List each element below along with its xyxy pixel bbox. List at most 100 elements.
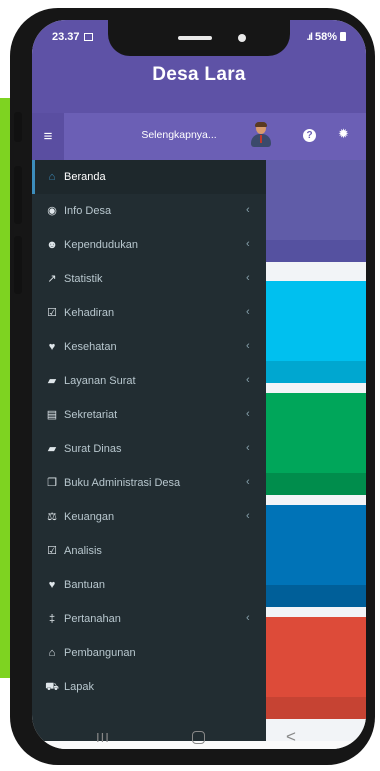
sidebar-item-statistik[interactable]: ↗ Statistik ‹ [32, 262, 266, 296]
gallery-notification-icon [83, 33, 93, 41]
chevron-left-icon: ‹ [246, 374, 250, 386]
sidebar-item-kehadiran[interactable]: ☑ Kehadiran ‹ [32, 296, 266, 330]
card-purple[interactable] [266, 160, 366, 262]
chevron-left-icon: ‹ [246, 612, 250, 624]
chevron-left-icon: ‹ [246, 306, 250, 318]
chevron-left-icon: ‹ [246, 476, 250, 488]
sidebar-item-kependudukan[interactable]: ☻ Kependudukan ‹ [32, 228, 266, 262]
sidebar-item-label: Pembangunan [64, 647, 136, 659]
card-purple-footer[interactable] [266, 240, 366, 262]
calendar-check-icon: ☑ [47, 307, 57, 319]
copy-icon: ❐ [47, 477, 57, 489]
battery-percent: 58% [314, 31, 337, 43]
camera-icon [238, 34, 246, 42]
sidebar-item-label: Statistik [64, 273, 103, 285]
battery-icon [340, 32, 346, 41]
status-bar: 23.37 .ıl 58% [32, 20, 366, 56]
app-title: Desa Lara [152, 64, 246, 85]
sidebar-item-pembangunan[interactable]: ⌂ Pembangunan [32, 636, 266, 670]
sidebar-item-lapak[interactable]: ⛟ Lapak [32, 670, 266, 704]
book-icon: ▰ [47, 375, 57, 387]
speaker-icon [178, 36, 212, 40]
heartbeat-icon: ♥ [48, 341, 56, 353]
chevron-left-icon: ‹ [246, 442, 250, 454]
menu-toggle-button[interactable]: ≡ [32, 113, 64, 160]
chevron-left-icon: ‹ [246, 340, 250, 352]
home-button[interactable] [192, 731, 205, 744]
status-indicators: .ıl 58% [307, 31, 346, 43]
sidebar-item-buku-administrasi-desa[interactable]: ❐ Buku Administrasi Desa ‹ [32, 466, 266, 500]
sidebar-item-beranda[interactable]: ⌂ Beranda [32, 160, 266, 194]
dashboard-icon: ◉ [47, 205, 57, 217]
system-navigation-bar: III < [32, 714, 366, 749]
sidebar-item-label: Layanan Surat [64, 375, 136, 387]
card-aqua-footer[interactable] [266, 361, 366, 383]
sidebar-item-label: Sekretariat [64, 409, 118, 421]
chevron-left-icon: ‹ [246, 272, 250, 284]
sidebar-item-label: Beranda [64, 171, 106, 183]
sidebar-item-analisis[interactable]: ☑ Analisis [32, 534, 266, 568]
question-circle-icon[interactable]: ? [303, 129, 316, 142]
check-square-icon: ☑ [47, 545, 57, 557]
avatar-tie [260, 135, 262, 143]
sidebar-item-info-desa[interactable]: ◉ Info Desa ‹ [32, 194, 266, 228]
app-header: Desa Lara [32, 56, 366, 113]
book-icon: ▰ [47, 443, 57, 455]
back-button[interactable]: < [286, 727, 296, 747]
volume-up-button [14, 166, 22, 224]
sidebar-item-label: Kehadiran [64, 307, 115, 319]
top-navbar: ≡ Selengkapnya... ? ✹ [32, 113, 366, 160]
card-green[interactable] [266, 393, 366, 495]
home-icon: ⌂ [48, 171, 56, 183]
card-red[interactable] [266, 617, 366, 719]
recent-apps-button[interactable]: III [96, 730, 110, 745]
map-signs-icon: ‡ [48, 613, 56, 625]
dashboard-content [266, 160, 366, 741]
sidebar-item-bantuan[interactable]: ♥ Bantuan [32, 568, 266, 602]
sidebar-item-label: Pertanahan [64, 613, 121, 625]
sidebar-item-label: Buku Administrasi Desa [64, 477, 181, 489]
chevron-left-icon: ‹ [246, 238, 250, 250]
card-blue[interactable] [266, 505, 366, 607]
sidebar-item-label: Analisis [64, 545, 102, 557]
cart-icon: ⛟ [45, 681, 59, 693]
volume-down-button [14, 236, 22, 294]
status-time: 23.37 [52, 31, 93, 43]
sidebar-item-sekretariat[interactable]: ▤ Sekretariat ‹ [32, 398, 266, 432]
sidebar-item-keuangan[interactable]: ⚖ Keuangan ‹ [32, 500, 266, 534]
card-blue-footer[interactable] [266, 585, 366, 607]
sidebar-item-label: Keuangan [64, 511, 115, 523]
avatar-hair [255, 122, 267, 127]
sidebar-item-label: Surat Dinas [64, 443, 122, 455]
more-link[interactable]: Selengkapnya... [124, 129, 234, 141]
chevron-left-icon: ‹ [246, 204, 250, 216]
page: 23.37 .ıl 58% Desa Lara ≡ Selengkapnya... [0, 0, 380, 771]
sidebar-item-label: Lapak [64, 681, 94, 693]
card-aqua[interactable] [266, 281, 366, 383]
chevron-left-icon: ‹ [246, 408, 250, 420]
chevron-left-icon: ‹ [246, 510, 250, 522]
sidebar-item-surat-dinas[interactable]: ▰ Surat Dinas ‹ [32, 432, 266, 466]
sidebar-item-layanan-surat[interactable]: ▰ Layanan Surat ‹ [32, 364, 266, 398]
card-green-footer[interactable] [266, 473, 366, 495]
archive-icon: ▤ [46, 409, 58, 421]
heart-icon: ♥ [48, 579, 56, 591]
balance-scale-icon: ⚖ [47, 511, 57, 523]
phone-screen: 23.37 .ıl 58% Desa Lara ≡ Selengkapnya... [32, 20, 366, 749]
sidebar-item-kesehatan[interactable]: ♥ Kesehatan ‹ [32, 330, 266, 364]
line-chart-icon: ↗ [47, 273, 57, 285]
gear-icon[interactable]: ✹ [338, 126, 349, 142]
mute-button [14, 112, 22, 142]
menu-icon: ≡ [43, 128, 53, 145]
signal-icon: .ıl [306, 32, 313, 43]
users-icon: ☻ [46, 239, 58, 251]
sidebar-item-label: Bantuan [64, 579, 105, 591]
sidebar-item-label: Kependudukan [64, 239, 139, 251]
sidebar-menu: ⌂ Beranda ◉ Info Desa ‹ ☻ Kependudukan ‹ ↗ Statis… [32, 160, 266, 741]
sidebar-item-pertanahan[interactable]: ‡ Pertanahan ‹ [32, 602, 266, 636]
sidebar-item-label: Info Desa [64, 205, 112, 217]
bank-icon: ⌂ [48, 647, 56, 659]
user-avatar[interactable] [250, 122, 272, 148]
camera-notch [108, 20, 290, 56]
sidebar-item-label: Kesehatan [64, 341, 117, 353]
